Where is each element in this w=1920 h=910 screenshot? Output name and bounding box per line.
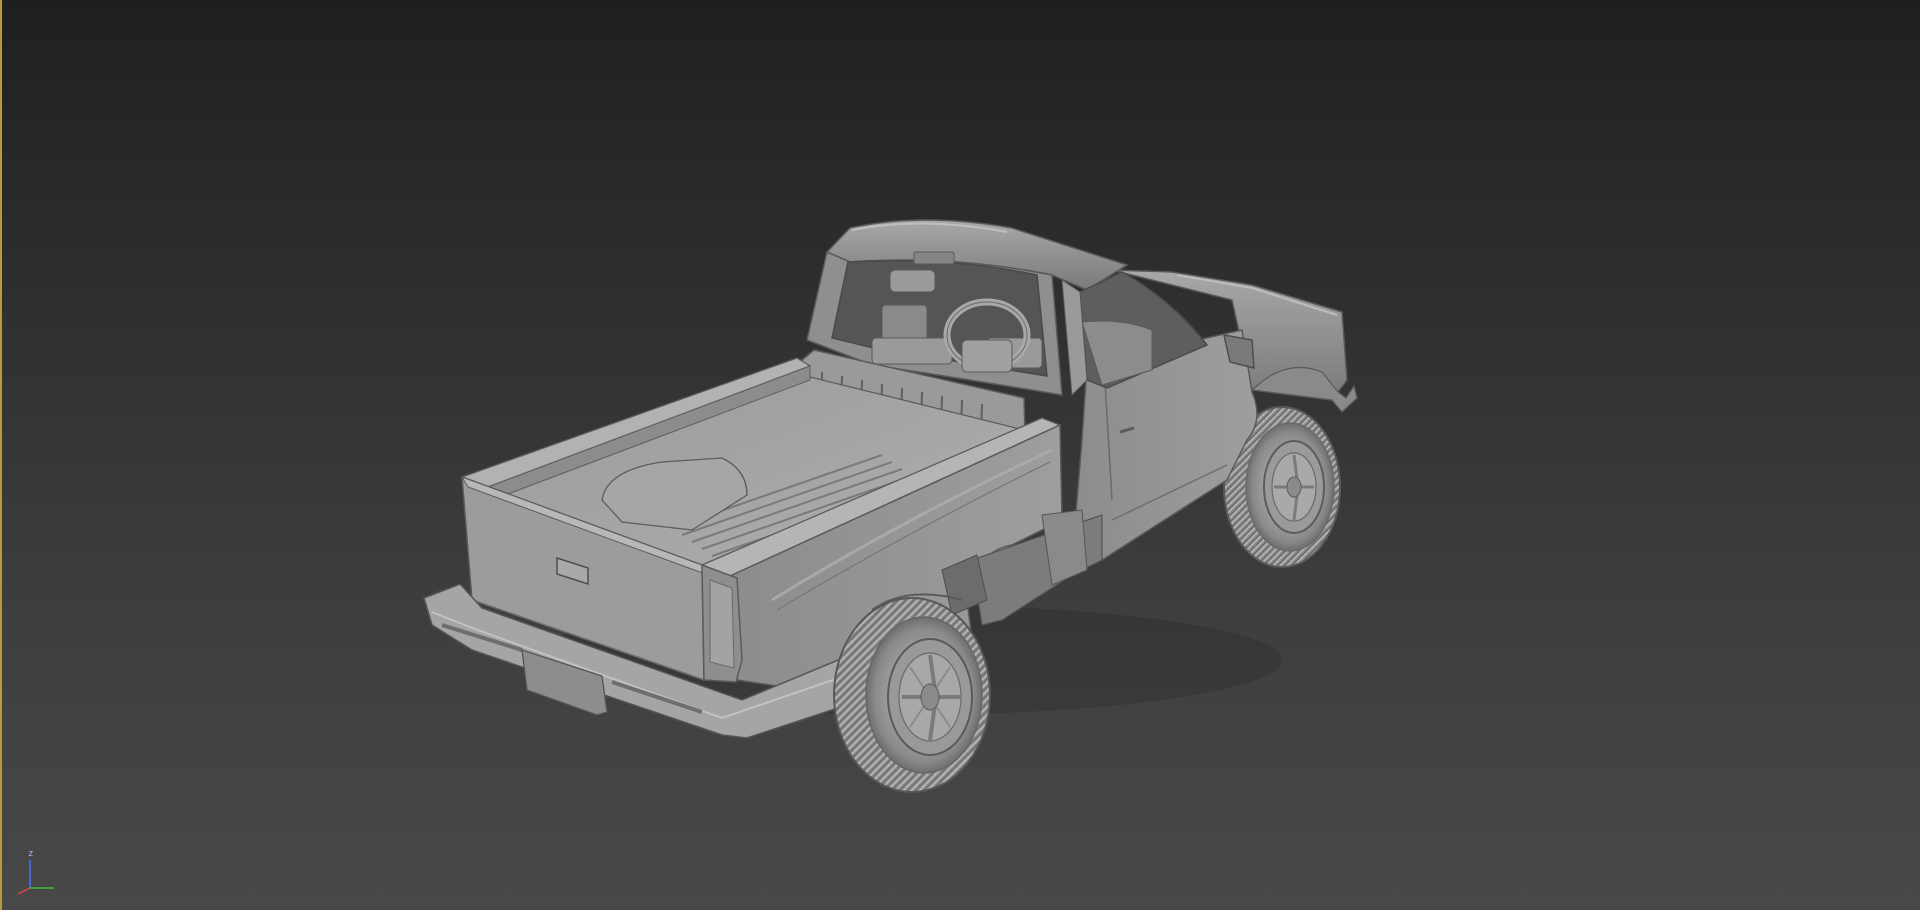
3d-viewport[interactable]: z (0, 0, 1920, 910)
axis-gizmo: z (12, 850, 62, 900)
z-axis-label: z (28, 849, 34, 859)
x-axis-line (17, 887, 31, 895)
axis-gizmo-graphic (17, 860, 54, 895)
pickup-truck-model[interactable] (2, 0, 1920, 910)
rear-wheel (833, 597, 991, 793)
